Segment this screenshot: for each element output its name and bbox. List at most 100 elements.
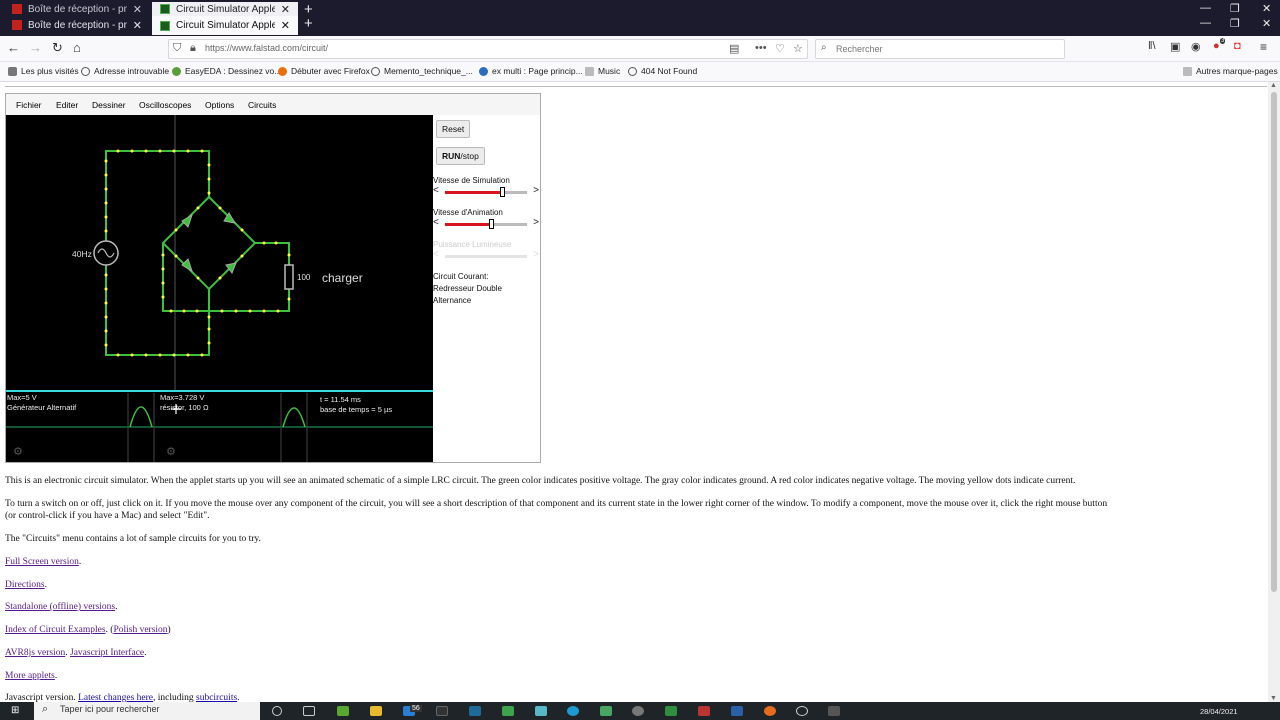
- bookmark-firefox[interactable]: Débuter avec Firefox: [278, 66, 370, 76]
- standalone-link[interactable]: Standalone (offline) versions: [5, 602, 115, 612]
- app-icon[interactable]: [337, 706, 349, 716]
- menu-fichier[interactable]: Fichier: [16, 100, 42, 110]
- sidebar-icon[interactable]: ▣: [1170, 40, 1180, 53]
- diode-3[interactable]: [181, 258, 193, 273]
- animation-speed-slider[interactable]: < >: [433, 217, 539, 229]
- home-icon[interactable]: ⌂: [73, 40, 81, 55]
- app-icon[interactable]: [796, 706, 808, 716]
- bookmark-ex-multi[interactable]: ex multi : Page princip...: [479, 66, 583, 76]
- chevron-left-icon[interactable]: <: [433, 185, 439, 196]
- app-icon[interactable]: [469, 706, 481, 716]
- scrollbar-thumb[interactable]: [1271, 92, 1277, 592]
- close-icon[interactable]: ✕: [281, 19, 290, 32]
- menu-options[interactable]: Options: [205, 100, 234, 110]
- firefox-icon[interactable]: [764, 706, 776, 716]
- bookmark-other[interactable]: Autres marque-pages: [1183, 66, 1278, 76]
- page-actions-icon[interactable]: •••: [755, 42, 767, 54]
- chevron-left-icon[interactable]: <: [433, 217, 439, 228]
- close-window-icon[interactable]: ✕: [1262, 17, 1271, 30]
- tab-circuit-simulator-2[interactable]: Circuit Simulator Applet ✕: [152, 16, 298, 35]
- menu-oscilloscopes[interactable]: Oscilloscopes: [139, 100, 191, 110]
- restore-icon[interactable]: ❐: [1230, 2, 1240, 15]
- bookmark-star-icon[interactable]: ☆: [793, 42, 803, 55]
- js-interface-link[interactable]: Javascript Interface: [70, 648, 144, 658]
- tab-gmail-2[interactable]: Boîte de réception - profmeld ✕: [4, 16, 150, 34]
- app-icon[interactable]: [665, 706, 677, 716]
- url-text[interactable]: https://www.falstad.com/circuit/: [205, 43, 328, 53]
- scope-2-settings-gear-icon[interactable]: ⚙: [166, 446, 176, 458]
- chevron-right-icon[interactable]: >: [533, 185, 539, 196]
- pocket-icon[interactable]: ♡: [775, 42, 785, 55]
- url-bar[interactable]: ⛉ 🔒︎ https://www.falstad.com/circuit/ ▤ …: [168, 39, 808, 59]
- back-arrow-icon[interactable]: ←: [7, 40, 20, 55]
- app-icon[interactable]: [632, 706, 644, 716]
- search-bar[interactable]: ⌕ Rechercher: [815, 39, 1065, 59]
- restore-icon[interactable]: ❐: [1230, 17, 1240, 30]
- close-icon[interactable]: ✕: [133, 3, 142, 16]
- avr8js-link[interactable]: AVR8js version: [5, 648, 65, 658]
- extension-icon[interactable]: ●: [1213, 40, 1220, 52]
- polish-version-link[interactable]: Polish version: [113, 625, 167, 635]
- circuit-canvas[interactable]: 40Hz 100 charger Max=5 V Générateur Alte…: [6, 115, 433, 462]
- tab-circuit-simulator-1[interactable]: Circuit Simulator Applet ✕: [152, 2, 298, 16]
- library-icon[interactable]: ‖\: [1148, 40, 1156, 52]
- index-examples-link[interactable]: Index of Circuit Examples: [5, 625, 106, 635]
- app-icon[interactable]: [698, 706, 710, 716]
- scroll-up-icon[interactable]: ▲: [1270, 82, 1277, 89]
- chrome-icon[interactable]: [567, 706, 579, 716]
- windows-start-icon[interactable]: ⊞: [11, 705, 19, 716]
- reload-icon[interactable]: ↻: [52, 40, 63, 56]
- circuit-schematic[interactable]: 40Hz 100 charger Max=5 V Générateur Alte…: [6, 115, 433, 462]
- bridge-wires[interactable]: [161, 196, 257, 291]
- bookmark-music[interactable]: Music: [585, 66, 620, 76]
- run-stop-button[interactable]: RUN/stop: [436, 147, 485, 165]
- app-icon[interactable]: [436, 706, 448, 716]
- chevron-right-icon[interactable]: >: [533, 217, 539, 228]
- menu-editer[interactable]: Editer: [56, 100, 78, 110]
- fullscreen-link[interactable]: Full Screen version: [5, 557, 79, 567]
- minimize-icon[interactable]: —: [1200, 17, 1211, 29]
- cortana-icon[interactable]: [272, 706, 282, 716]
- minimize-icon[interactable]: —: [1200, 2, 1211, 14]
- bookmark-memento[interactable]: Memento_technique_...: [371, 66, 473, 76]
- menu-icon[interactable]: ≡: [1260, 40, 1267, 54]
- app-icon[interactable]: [828, 706, 840, 716]
- wires[interactable]: [105, 150, 290, 356]
- menu-circuits[interactable]: Circuits: [248, 100, 276, 110]
- slider-knob[interactable]: [500, 187, 506, 197]
- reader-view-icon[interactable]: ▤: [729, 42, 739, 55]
- taskbar-search-box[interactable]: ⌕ Taper ici pour rechercher: [34, 702, 260, 720]
- close-icon[interactable]: ✕: [281, 3, 290, 16]
- more-applets-link[interactable]: More applets: [5, 671, 55, 681]
- diode-1[interactable]: [181, 213, 193, 228]
- wire-load-bottom[interactable]: [162, 243, 290, 312]
- lock-icon[interactable]: 🔒︎: [190, 42, 196, 55]
- close-icon[interactable]: ✕: [133, 19, 142, 32]
- bookmark-404[interactable]: 404 Not Found: [628, 66, 697, 76]
- reset-button[interactable]: Reset: [436, 120, 471, 138]
- scroll-down-icon[interactable]: ▼: [1270, 695, 1277, 702]
- bookmark-easyeda[interactable]: EasyEDA : Dessinez vo...: [172, 66, 281, 76]
- wire-top[interactable]: [105, 150, 210, 241]
- new-tab-icon[interactable]: +: [304, 15, 313, 32]
- scope-1-settings-gear-icon[interactable]: ⚙: [13, 446, 23, 458]
- directions-link[interactable]: Directions: [5, 580, 45, 590]
- simulation-speed-slider[interactable]: < >: [433, 185, 539, 197]
- addon-icon[interactable]: ◘: [1234, 40, 1241, 52]
- bookmark-address-not-found[interactable]: Adresse introuvable: [81, 66, 169, 76]
- bookmark-most-visited[interactable]: Les plus visités: [8, 66, 79, 76]
- wire-load-top[interactable]: [255, 242, 290, 265]
- forward-arrow-icon[interactable]: →: [29, 40, 42, 55]
- shield-icon[interactable]: ⛉: [173, 42, 181, 55]
- slider-knob[interactable]: [488, 219, 494, 229]
- file-explorer-icon[interactable]: [370, 706, 382, 716]
- resistor[interactable]: [284, 264, 294, 290]
- app-icon[interactable]: [502, 706, 514, 716]
- close-window-icon[interactable]: ✕: [1262, 2, 1271, 15]
- task-view-icon[interactable]: [303, 706, 315, 716]
- vertical-scrollbar[interactable]: ▲ ▼: [1268, 82, 1280, 702]
- menu-dessiner[interactable]: Dessiner: [92, 100, 126, 110]
- word-icon[interactable]: [731, 706, 743, 716]
- account-icon[interactable]: ◉: [1191, 40, 1201, 53]
- app-icon[interactable]: [600, 706, 612, 716]
